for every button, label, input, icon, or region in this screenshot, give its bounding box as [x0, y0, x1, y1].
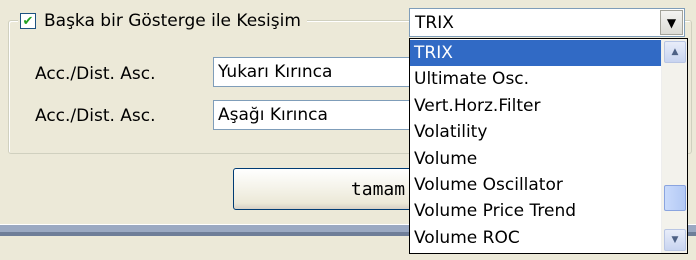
first-condition-field[interactable]: Yukarı Kırınca — [213, 57, 413, 87]
scrollbar-thumb[interactable] — [664, 185, 686, 211]
dropdown-item[interactable]: Vert.Horz.Filter — [410, 93, 661, 119]
chevron-down-icon[interactable]: ▼ — [660, 10, 683, 35]
checkmark-icon: ✔ — [22, 13, 34, 29]
dropdown-item[interactable]: Volume — [410, 146, 661, 172]
dropdown-item[interactable]: TRIX — [410, 40, 661, 67]
ok-button-label: tamam — [350, 178, 406, 200]
dropdown-item[interactable]: Volume ROC — [410, 225, 661, 251]
dropdown-item[interactable]: Volatility — [410, 119, 661, 145]
scroll-up-icon[interactable]: ▲ — [664, 41, 686, 63]
dropdown-item[interactable]: Ultimate Osc. — [410, 66, 661, 92]
indicator-combobox[interactable]: TRIX ▼ — [409, 8, 685, 37]
group-legend[interactable]: ✔ Başka bir Gösterge ile Kesişim — [18, 9, 307, 33]
dropdown-item[interactable]: Volume Price Trend — [410, 198, 661, 224]
dropdown-item[interactable]: Volume Oscillator — [410, 172, 661, 198]
cross-indicator-label: Başka bir Gösterge ile Kesişim — [44, 11, 301, 31]
second-condition-field[interactable]: Aşağı Kırınca — [213, 100, 413, 130]
second-indicator-label: Acc./Dist. Asc. — [35, 106, 156, 126]
scroll-down-icon[interactable]: ▼ — [664, 229, 686, 251]
cross-indicator-checkbox[interactable]: ✔ — [20, 13, 36, 29]
dropdown-scrollbar[interactable]: ▲ ▼ — [661, 39, 687, 253]
indicator-dropdown-list[interactable]: TRIX Ultimate Osc. Vert.Horz.Filter Volatil… — [409, 38, 688, 254]
combo-selected-value: TRIX — [415, 12, 454, 33]
dropdown-items: TRIX Ultimate Osc. Vert.Horz.Filter Volatil… — [410, 40, 661, 251]
first-indicator-label: Acc./Dist. Asc. — [35, 64, 156, 84]
